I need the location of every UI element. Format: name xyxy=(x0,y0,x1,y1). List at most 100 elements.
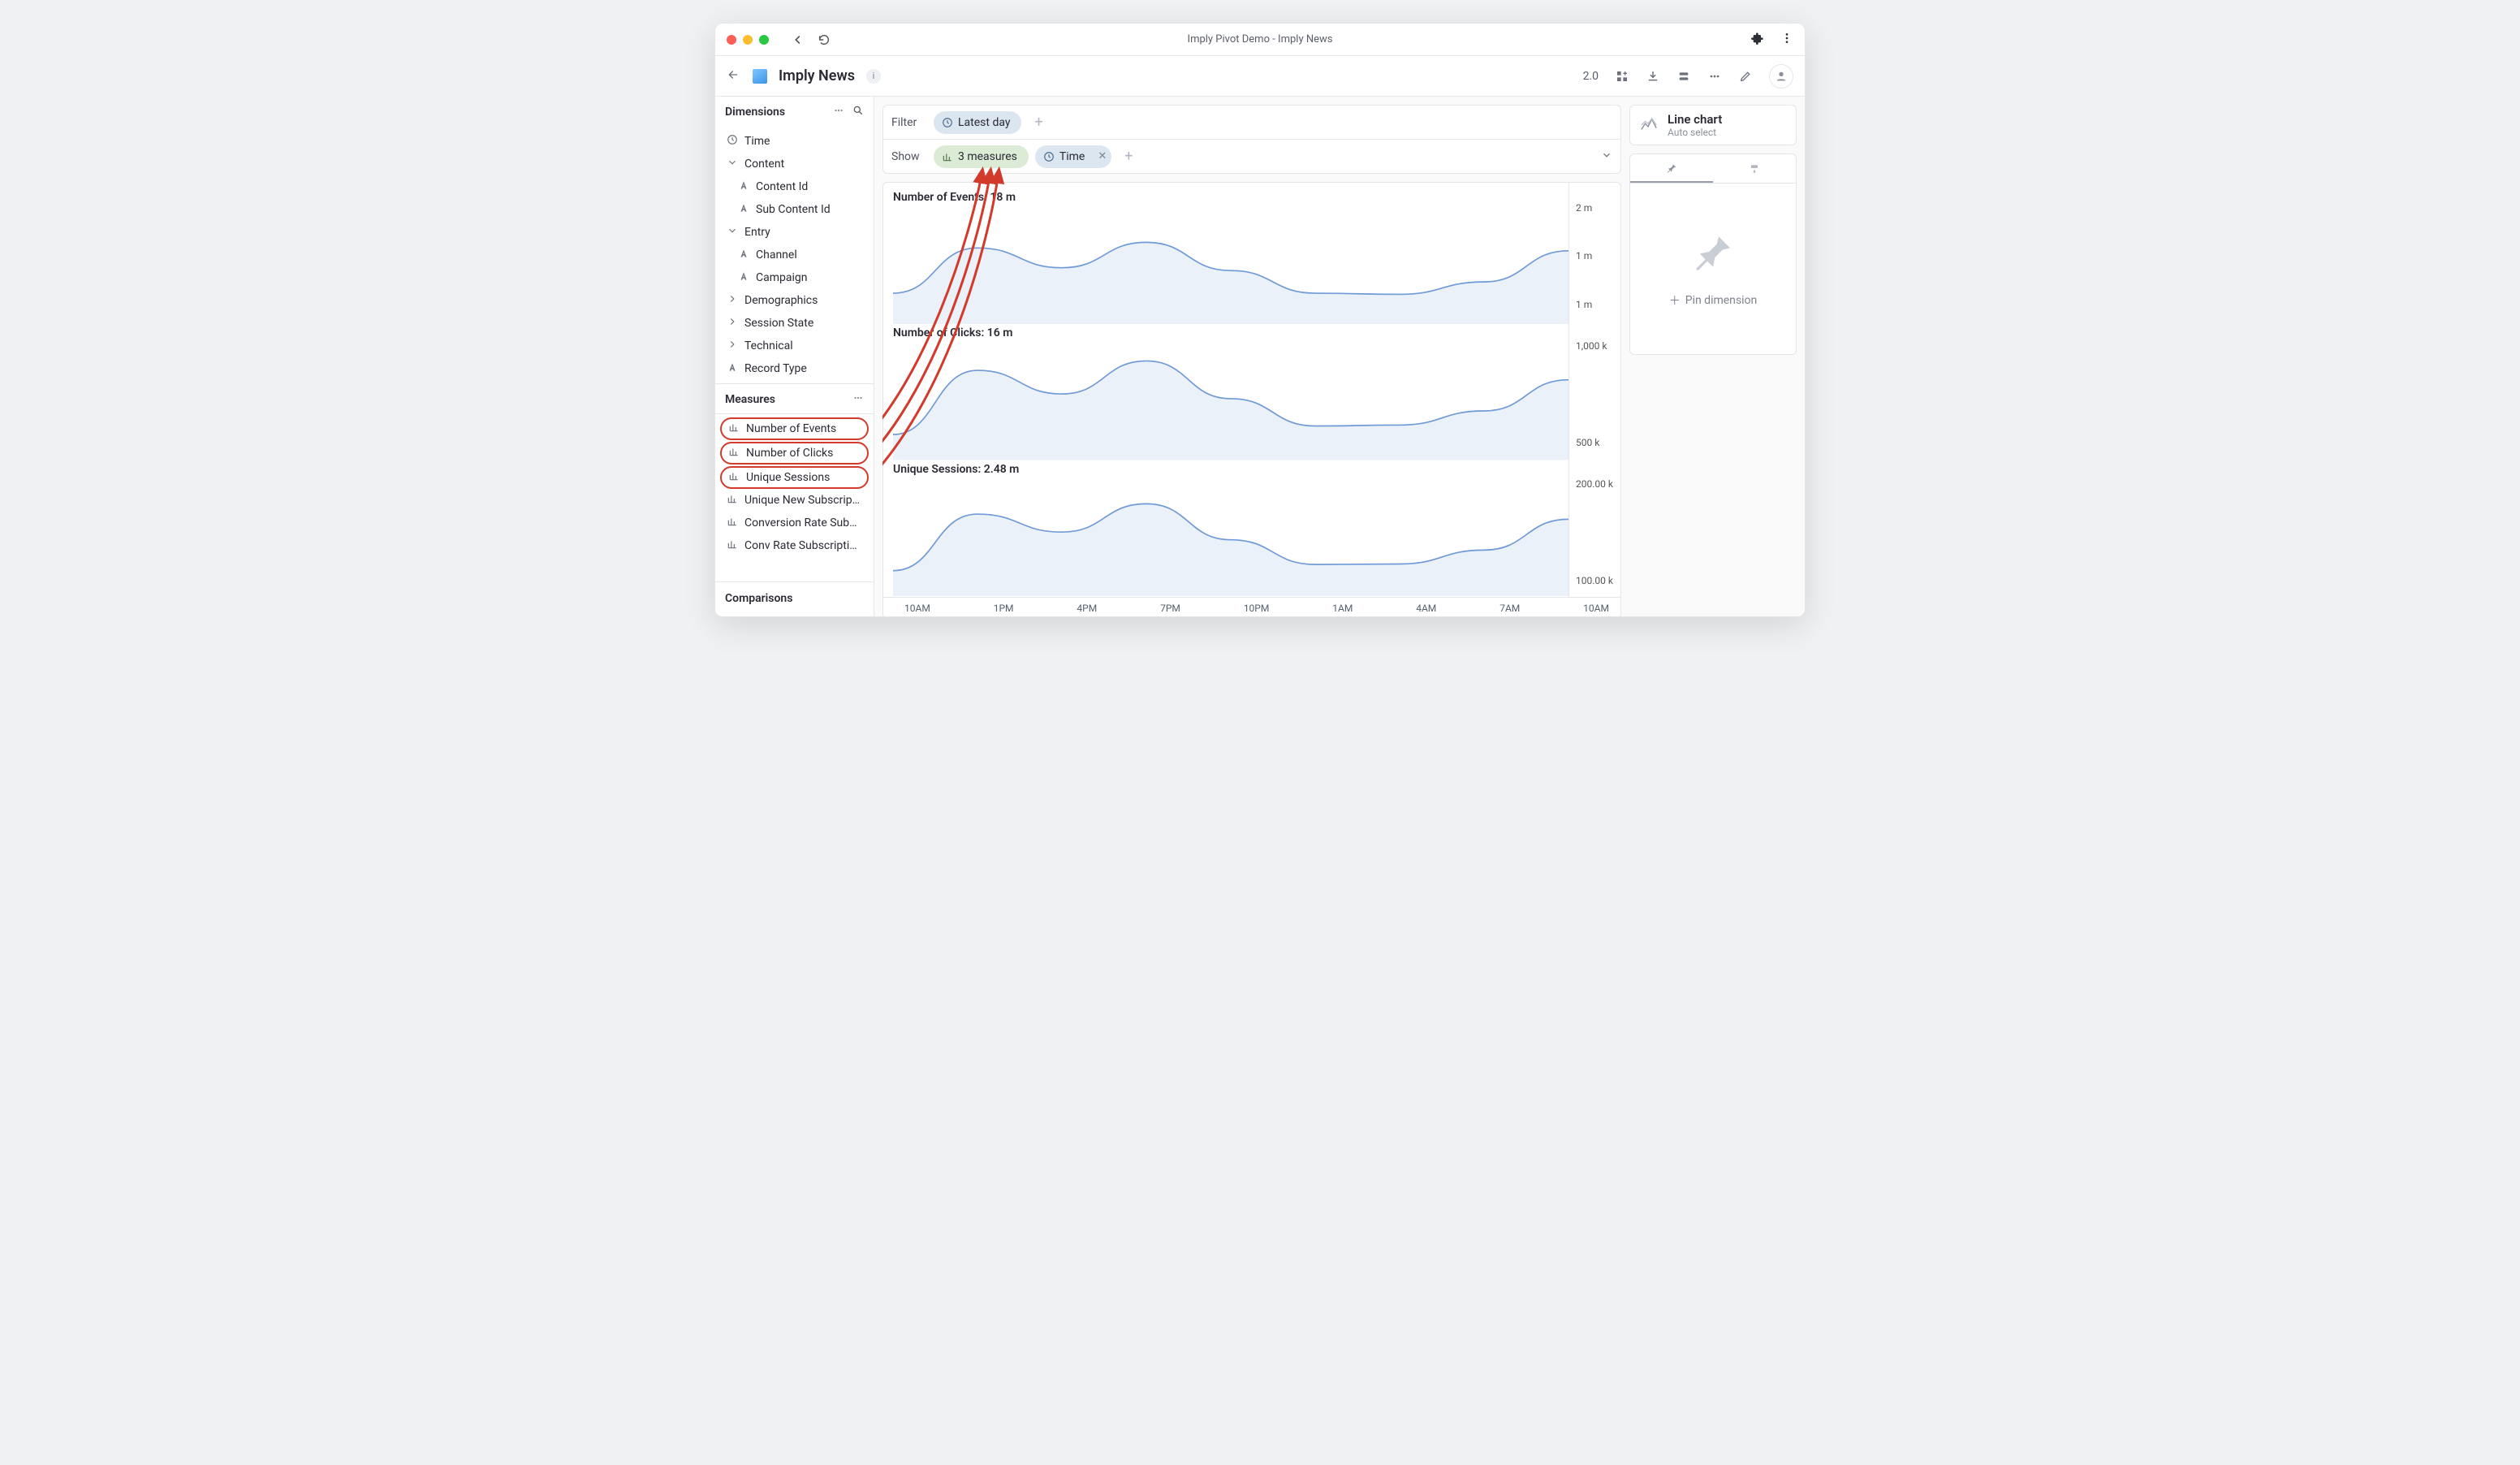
y-axis-column: 2 m 1 m 1 m 1,000 k500 k200.00 k100.00 k xyxy=(1569,183,1620,597)
download-icon[interactable] xyxy=(1646,69,1660,84)
measure-label: Number of Clicks xyxy=(746,447,833,460)
dimension-item[interactable]: Session State xyxy=(720,312,869,335)
A-icon xyxy=(738,179,749,194)
filter-chip-time[interactable]: Latest day xyxy=(934,111,1021,134)
area-chart xyxy=(893,189,1569,324)
user-avatar[interactable] xyxy=(1769,64,1793,89)
x-tick: 1AM xyxy=(1332,603,1353,614)
chart-row[interactable]: Unique Sessions: 2.48 m xyxy=(893,461,1569,597)
charts-card: Number of Events: 18 m Number of Clicks:… xyxy=(882,182,1621,617)
y-axis-row: 200.00 k100.00 k xyxy=(1569,459,1620,597)
dimensions-list: Time Content Content Id Sub Content Id E… xyxy=(715,127,874,383)
chev-right-icon xyxy=(727,316,738,331)
add-panel-icon[interactable] xyxy=(1615,69,1629,84)
dimension-item[interactable]: Demographics xyxy=(720,289,869,312)
controls-card: Filter Latest day + Show 3 measures xyxy=(882,105,1621,174)
add-split-icon[interactable]: + xyxy=(1118,145,1139,168)
show-label: Show xyxy=(891,150,927,163)
pinboard: ＋ Pin dimension xyxy=(1629,153,1797,355)
extensions-icon[interactable] xyxy=(1751,32,1764,48)
dimension-item[interactable]: Record Type xyxy=(720,357,869,380)
show-measures-chip[interactable]: 3 measures xyxy=(934,145,1029,168)
show-row: Show 3 measures Time ✕ + xyxy=(883,139,1620,173)
y-tick: 1 m xyxy=(1576,250,1592,261)
measure-icon xyxy=(728,421,740,436)
view-toggle-icon[interactable] xyxy=(1676,69,1691,84)
chart-type-selector[interactable]: Line chart Auto select xyxy=(1629,105,1797,145)
app-body: Dimensions Time Content Content Id xyxy=(715,97,1805,616)
y-tick: 100.00 k xyxy=(1576,575,1613,586)
filter-row: Filter Latest day + xyxy=(883,106,1620,139)
dimension-label: Sub Content Id xyxy=(756,203,831,216)
y-tick: 2 m xyxy=(1576,202,1592,214)
right-column: Line chart Auto select xyxy=(1629,105,1797,608)
window-minimize-icon[interactable] xyxy=(743,35,753,45)
dimension-item[interactable]: Time xyxy=(720,130,869,153)
dimension-label: Demographics xyxy=(744,294,818,307)
measure-label: Number of Events xyxy=(746,422,836,435)
chart-row[interactable]: Number of Events: 18 m xyxy=(893,189,1569,325)
chart-title: Number of Events: 18 m xyxy=(893,189,1016,205)
pin-icon xyxy=(1666,162,1677,174)
pin-tab-pins[interactable] xyxy=(1630,154,1713,183)
clock-icon xyxy=(942,117,953,128)
measure-item[interactable]: Unique Sessions xyxy=(722,468,867,487)
measure-item[interactable]: Unique New Subscript… xyxy=(720,489,869,512)
line-chart-icon xyxy=(1638,116,1659,134)
dimension-item[interactable]: Sub Content Id xyxy=(720,198,869,221)
charts-stack: Number of Events: 18 m Number of Clicks:… xyxy=(883,183,1569,597)
dimensions-more-icon[interactable] xyxy=(833,105,844,119)
info-icon[interactable]: i xyxy=(866,69,881,84)
add-filter-icon[interactable]: + xyxy=(1028,110,1049,134)
measure-icon xyxy=(728,446,740,460)
collapse-controls-icon[interactable] xyxy=(1601,149,1612,164)
dimension-item[interactable]: Campaign xyxy=(720,266,869,289)
x-tick: 10PM xyxy=(1244,603,1270,614)
x-tick: 10AM xyxy=(1583,603,1609,614)
dimension-item[interactable]: Content xyxy=(720,153,869,175)
version-label: 2.0 xyxy=(1583,70,1599,83)
dimension-item[interactable]: Content Id xyxy=(720,175,869,198)
dimensions-search-icon[interactable] xyxy=(852,105,864,119)
measure-item[interactable]: Conversion Rate Subs… xyxy=(720,512,869,534)
filter-label: Filter xyxy=(891,116,927,129)
browser-reload-icon[interactable] xyxy=(818,33,831,46)
dimension-item[interactable]: Entry xyxy=(720,221,869,244)
highlighted-measure: Unique Sessions xyxy=(720,466,869,489)
measure-item[interactable]: Number of Clicks xyxy=(722,443,867,463)
chev-down-icon xyxy=(727,225,738,240)
pin-add-dimension[interactable]: ＋ Pin dimension xyxy=(1669,292,1758,309)
chart-title: Number of Clicks: 16 m xyxy=(893,325,1012,341)
y-axis-row: 1,000 k500 k xyxy=(1569,321,1620,459)
pin-tab-other[interactable] xyxy=(1713,154,1796,183)
measure-item[interactable]: Conv Rate Subscriptio… xyxy=(720,534,869,557)
chev-right-icon xyxy=(727,293,738,308)
y-axis-row: 2 m 1 m 1 m xyxy=(1569,183,1620,321)
traffic-lights xyxy=(727,35,769,45)
pin-empty-icon xyxy=(1690,229,1736,278)
clock-icon xyxy=(727,134,738,149)
edit-icon[interactable] xyxy=(1738,69,1753,84)
dimensions-header: Dimensions xyxy=(715,97,874,127)
measures-more-icon[interactable] xyxy=(852,392,864,407)
y-tick: 1 m xyxy=(1576,299,1592,310)
comparisons-header[interactable]: Comparisons xyxy=(715,581,874,616)
chart-row[interactable]: Number of Clicks: 16 m xyxy=(893,325,1569,460)
area-chart xyxy=(893,461,1569,596)
browser-menu-icon[interactable] xyxy=(1780,32,1793,48)
window-maximize-icon[interactable] xyxy=(759,35,769,45)
chev-down-icon xyxy=(727,157,738,171)
measure-item[interactable]: Number of Events xyxy=(722,419,867,439)
app-back-icon[interactable] xyxy=(727,68,740,84)
dimension-label: Technical xyxy=(744,339,793,352)
remove-split-icon[interactable]: ✕ xyxy=(1098,150,1107,162)
measure-icon xyxy=(727,538,738,553)
show-split-chip[interactable]: Time ✕ xyxy=(1035,145,1111,168)
dimension-item[interactable]: Channel xyxy=(720,244,869,266)
chart-type-title: Line chart xyxy=(1668,112,1722,127)
sidebar: Dimensions Time Content Content Id xyxy=(715,97,874,616)
browser-back-icon[interactable] xyxy=(792,33,805,46)
more-icon[interactable] xyxy=(1707,69,1722,84)
dimension-item[interactable]: Technical xyxy=(720,335,869,357)
window-close-icon[interactable] xyxy=(727,35,736,45)
